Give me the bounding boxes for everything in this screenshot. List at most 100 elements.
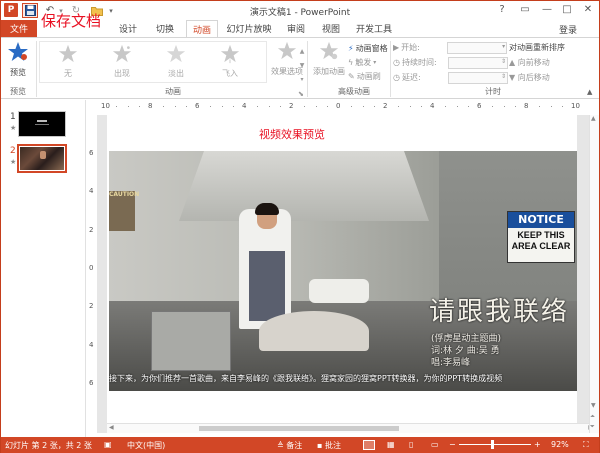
ruler-tick-mark <box>491 106 493 107</box>
ruler-tick-label: 6 <box>195 102 200 110</box>
spinner-icon: ⇕ <box>500 57 506 65</box>
ruler-tick-mark <box>139 106 141 107</box>
plus-icon: + <box>534 440 541 449</box>
tab-review[interactable]: 审阅 <box>281 20 311 37</box>
thumbnail-number: 1 <box>10 112 16 122</box>
tab-slide-show[interactable]: 幻灯片放映 <box>223 20 275 37</box>
preview-button[interactable]: 预览 <box>4 41 32 81</box>
minus-icon: − <box>449 440 456 449</box>
video-frame[interactable]: CAUTION NOTICE KEEP THIS AREA CLEAR 请跟我联… <box>109 151 577 391</box>
zoom-level[interactable]: 92% <box>551 440 569 449</box>
animation-pane-button[interactable]: ⚡ 动画窗格 <box>348 42 388 54</box>
group-divider <box>307 41 308 97</box>
zoom-slider-track[interactable] <box>459 444 531 445</box>
start-select[interactable]: ▾ <box>447 41 508 54</box>
tab-transitions[interactable]: 切换 <box>149 20 181 37</box>
effect-label: 无 <box>64 69 72 78</box>
chevron-up-icon: ▲ <box>587 88 593 96</box>
preview-group-label: 预览 <box>10 87 26 96</box>
zoom-out-button[interactable]: − <box>449 440 456 449</box>
normal-view-button[interactable] <box>363 440 375 450</box>
customize-qat-button[interactable]: ▾ <box>107 3 115 18</box>
animation-effect-gallery: 无 出现 淡出 飞入 ▲ ▼ ▾ <box>39 41 304 83</box>
slide-thumbnail-1[interactable] <box>18 111 66 137</box>
song-credits: 词:林 夕 曲:吴 勇 <box>431 346 500 356</box>
spellcheck-icon[interactable]: ▣ <box>104 440 112 449</box>
trigger-button[interactable]: ϟ 触发 ▾ <box>348 56 376 68</box>
slide-thumbnail-2[interactable] <box>17 144 67 173</box>
video-lyrics-title: 请跟我联络 <box>429 297 570 327</box>
effect-fly-in[interactable]: 飞入 <box>210 44 250 80</box>
sign-in-link[interactable]: 登录 <box>559 23 577 36</box>
zoom-slider-thumb[interactable] <box>491 440 494 449</box>
collapse-ribbon-button[interactable]: ▲ <box>587 88 592 96</box>
person-hair <box>255 203 279 215</box>
caution-sign: CAUTION <box>109 191 139 231</box>
slide-show-button[interactable]: ▭ <box>431 440 439 449</box>
animation-painter-button[interactable]: ✎ 动画刷 <box>348 70 381 82</box>
ruler-tick-label: 4 <box>430 102 435 110</box>
minimize-button[interactable]: — <box>538 2 556 17</box>
ruler-tick-label: 2 <box>383 102 388 110</box>
tab-developer[interactable]: 开发工具 <box>351 20 397 37</box>
ruler-tick-mark <box>162 106 164 107</box>
scrollbar-thumb[interactable] <box>199 426 399 431</box>
previous-slide-icon[interactable]: ⏶ <box>590 413 595 421</box>
powerpoint-app-icon[interactable]: P <box>4 3 18 17</box>
reading-view-button[interactable]: ▯ <box>409 440 413 449</box>
language-indicator[interactable]: 中文(中国) <box>127 440 165 451</box>
powerpoint-window: P ↶ ▾ ↻ ▾ 演示文稿1 - PowerPoint ? ▭ — □ ✕ 保… <box>0 0 600 453</box>
move-later-button[interactable]: ▼ 向后移动 <box>509 72 550 83</box>
slide-title[interactable]: 视频效果预览 <box>107 126 477 142</box>
next-slide-icon[interactable]: ⏷ <box>590 423 595 431</box>
star-fade-icon <box>166 44 186 63</box>
horizontal-scrollbar[interactable]: ◀ ▶ <box>107 423 595 433</box>
ribbon-display-options-button[interactable]: ▭ <box>516 2 534 17</box>
scroll-down-icon[interactable]: ▼ <box>591 402 596 409</box>
star-burst-icon <box>112 44 132 63</box>
ruler-tick-mark <box>174 106 176 107</box>
grid-icon: ▦ <box>387 440 395 449</box>
timing-duration-row: ◷ 持续时间: ⇕ <box>393 56 508 69</box>
effect-options-button[interactable]: 效果选项 <box>269 41 305 83</box>
lightning-icon: ϟ <box>348 57 354 67</box>
comments-button[interactable]: ▪ 批注 <box>317 440 341 451</box>
slide-sorter-button[interactable]: ▦ <box>387 440 395 449</box>
delay-spinner[interactable]: ⇕ <box>447 71 508 84</box>
notes-button[interactable]: ≜ 备注 <box>277 440 302 451</box>
ruler-tick-label: 6 <box>89 149 94 157</box>
save-button[interactable] <box>22 3 38 18</box>
effect-fade[interactable]: 淡出 <box>156 44 196 80</box>
effect-options-label: 效果选项 <box>271 67 303 76</box>
star-icon <box>58 44 78 63</box>
help-button[interactable]: ? <box>493 2 511 17</box>
move-earlier-button[interactable]: ▲ 向前移动 <box>509 57 550 68</box>
kitchen-hood <box>179 151 429 221</box>
ruler-tick-mark <box>538 106 540 107</box>
triangle-down-icon: ▼ <box>509 73 516 82</box>
effect-appear[interactable]: 出现 <box>102 44 142 80</box>
fit-to-window-button[interactable]: ⛶ <box>583 440 589 450</box>
duration-spinner[interactable]: ⇕ <box>447 56 508 69</box>
dish-rack <box>151 311 231 371</box>
panel-splitter[interactable] <box>85 100 86 437</box>
tab-design[interactable]: 设计 <box>113 20 143 37</box>
tab-animations[interactable]: 动画 <box>186 20 218 37</box>
scroll-up-icon[interactable]: ▲ <box>591 115 596 122</box>
effect-none[interactable]: 无 <box>48 44 88 80</box>
scroll-left-icon[interactable]: ◀ <box>109 424 114 431</box>
dialog-launcher-icon[interactable]: ⬊ <box>298 90 304 98</box>
maximize-button[interactable]: □ <box>558 2 576 17</box>
tab-view[interactable]: 视图 <box>316 20 346 37</box>
ruler-tick-mark <box>444 106 446 107</box>
tab-file[interactable]: 文件 <box>1 20 37 37</box>
ruler-tick-mark <box>256 106 258 107</box>
slide[interactable]: 视频效果预览 CAUTION NOTICE KEEP THIS AREA CLE… <box>107 115 577 433</box>
zoom-in-button[interactable]: + <box>534 440 541 449</box>
vertical-scrollbar[interactable]: ▲ ▼ ⏶ ⏷ <box>589 115 599 433</box>
timing-delay-row: ◷ 延迟: ⇕ <box>393 71 508 84</box>
video-subtitle: 接下来，为你们推荐一首歌曲，来自李易峰的《跟我联络》。狸窝家园的狸窝PPT转换器… <box>109 374 503 383</box>
close-button[interactable]: ✕ <box>579 2 597 17</box>
add-animation-button[interactable]: 添加动画 <box>311 41 347 83</box>
close-icon: ✕ <box>583 4 593 15</box>
